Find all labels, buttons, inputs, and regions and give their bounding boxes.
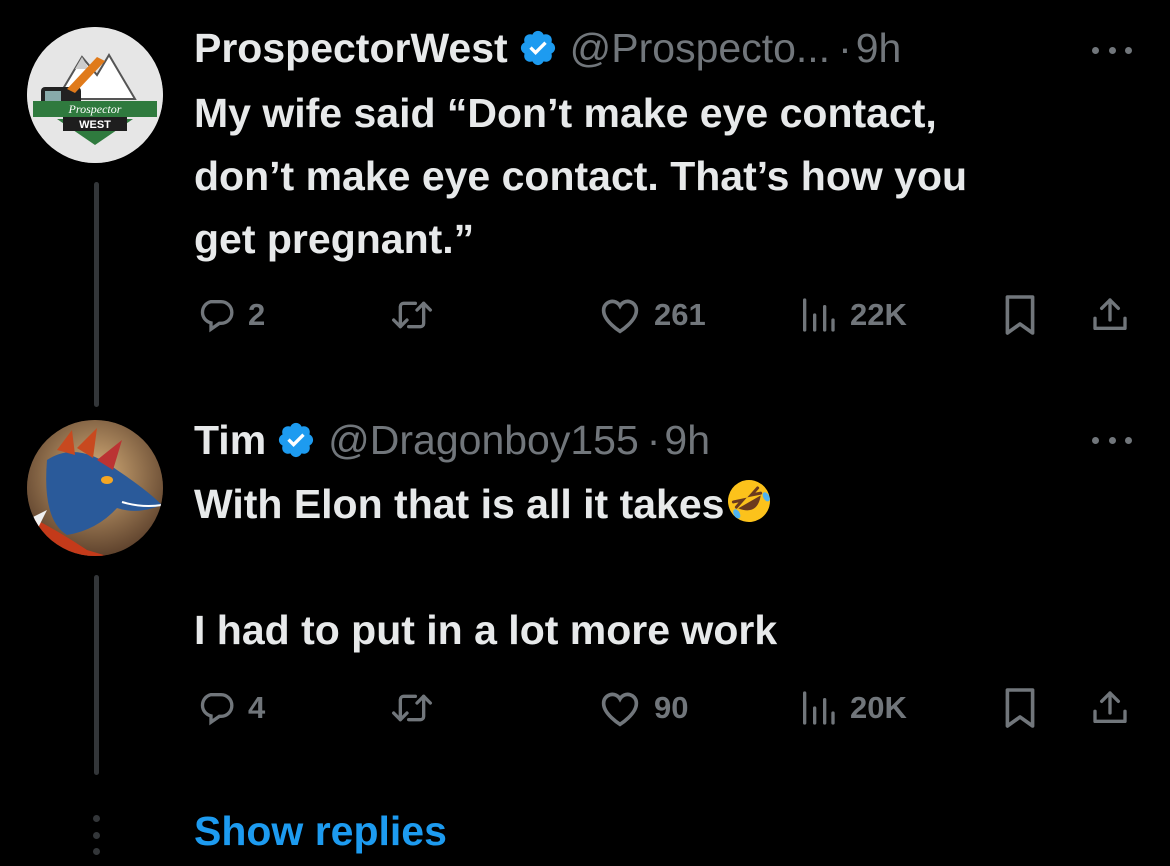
like-count: 90	[654, 690, 689, 725]
handle[interactable]: @Prospecto...	[570, 18, 830, 78]
share-button[interactable]	[1090, 683, 1130, 733]
tweet-actions: 2 261 22K	[194, 290, 1144, 340]
separator-dot: ·	[838, 25, 852, 71]
share-button[interactable]	[1090, 290, 1130, 340]
more-options-icon[interactable]	[1092, 430, 1132, 450]
svg-text:WEST: WEST	[79, 119, 111, 131]
view-count: 22K	[850, 297, 907, 332]
prospector-logo: Prospector WEST	[27, 27, 163, 163]
bookmark-button[interactable]	[1002, 683, 1038, 733]
thread-continuation-dots	[92, 815, 101, 855]
tweet-text: My wife said “Don’t make eye contact, do…	[194, 90, 968, 262]
bookmark-button[interactable]	[1002, 290, 1038, 340]
views-button[interactable]: 20K	[798, 683, 907, 733]
view-count: 20K	[850, 690, 907, 725]
timestamp[interactable]: 9h	[664, 410, 710, 470]
rolling-on-floor-laughing-emoji-icon	[724, 476, 774, 526]
thread-line	[94, 182, 99, 407]
handle[interactable]: @Dragonboy155	[328, 410, 639, 470]
heart-icon	[601, 299, 639, 334]
tweet-text: With Elon that is all it takes I had to …	[194, 473, 1144, 662]
share-icon	[1093, 298, 1127, 330]
reply-button[interactable]: 4	[196, 683, 265, 733]
thread-line	[94, 575, 99, 775]
repost-button[interactable]	[388, 290, 436, 340]
like-button[interactable]: 261	[598, 290, 706, 340]
verified-badge-icon	[518, 28, 558, 68]
display-name[interactable]: ProspectorWest	[194, 18, 508, 78]
tweet-actions: 4 90 20K	[194, 683, 1144, 733]
like-button[interactable]: 90	[598, 683, 688, 733]
verified-badge-icon	[276, 420, 316, 460]
views-chart-icon	[803, 691, 835, 725]
avatar[interactable]: Prospector WEST	[27, 27, 163, 163]
svg-text:Prospector: Prospector	[68, 102, 122, 116]
display-name[interactable]: Tim	[194, 410, 266, 470]
repost-button[interactable]	[388, 683, 436, 733]
reply-icon	[200, 300, 234, 333]
bookmark-icon	[1005, 295, 1035, 335]
reply-icon	[200, 693, 234, 726]
repost-icon	[392, 694, 433, 722]
reply-button[interactable]: 2	[196, 290, 265, 340]
separator-dot: ·	[646, 417, 661, 463]
reply-count: 4	[248, 690, 266, 725]
heart-icon	[601, 692, 639, 727]
show-replies-link[interactable]: Show replies	[194, 808, 447, 855]
reply-count: 2	[248, 297, 266, 332]
repost-icon	[392, 301, 433, 329]
bookmark-icon	[1005, 688, 1035, 728]
timestamp[interactable]: 9h	[856, 18, 902, 78]
like-count: 261	[654, 297, 706, 332]
views-chart-icon	[803, 298, 835, 332]
share-icon	[1093, 691, 1127, 723]
views-button[interactable]: 22K	[798, 290, 907, 340]
avatar[interactable]	[27, 420, 163, 556]
more-options-icon[interactable]	[1092, 40, 1132, 60]
dragon-avatar-image	[27, 420, 163, 556]
